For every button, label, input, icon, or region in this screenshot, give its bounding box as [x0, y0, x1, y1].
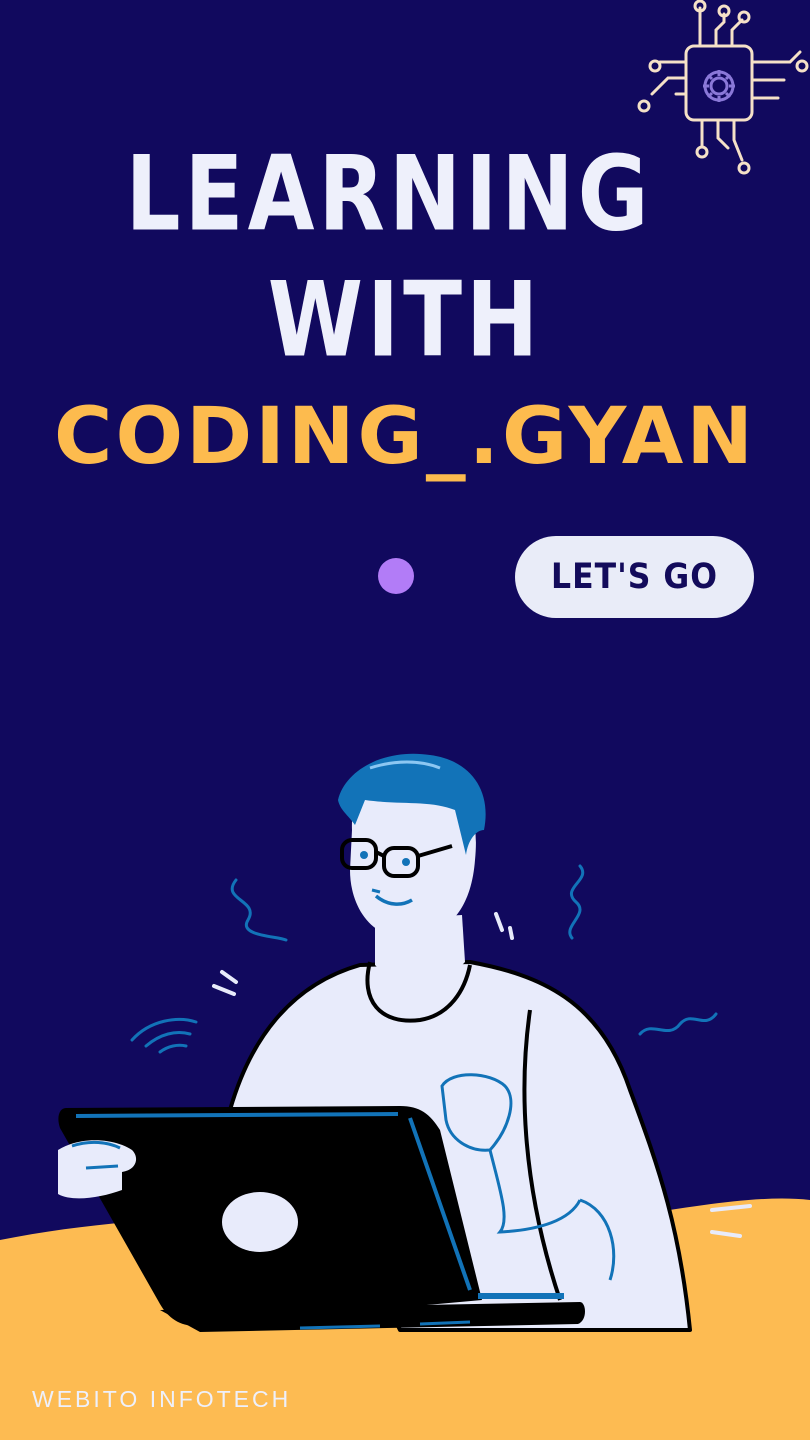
lets-go-button[interactable]: LET'S GO: [515, 536, 754, 618]
footer-company: WEBITO INFOTECH: [32, 1386, 292, 1412]
poster: LEARNING WITH CODING_.GYAN LET'S GO WEBI…: [0, 0, 810, 1440]
purple-dot: [378, 558, 414, 594]
headline-line-learning: LEARNING: [125, 133, 653, 255]
developer-illustration: [0, 753, 810, 1440]
brand-name: CODING_.GYAN: [53, 392, 756, 482]
headline-line-with: WITH: [267, 259, 543, 381]
